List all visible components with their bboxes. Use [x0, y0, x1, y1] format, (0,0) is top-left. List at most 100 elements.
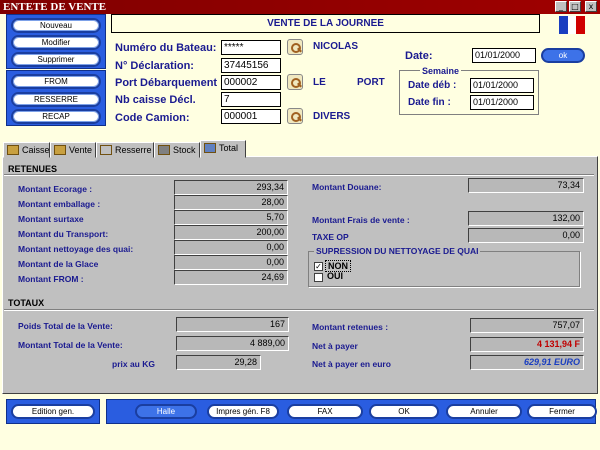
- douane-value: 73,34: [468, 178, 584, 193]
- surtaxe-value: 5,70: [174, 210, 288, 225]
- euro-label: Net à payer en euro: [312, 359, 391, 369]
- ecorage-label: Montant Ecorage :: [18, 184, 93, 194]
- resserre-button[interactable]: RESSERRE: [11, 92, 101, 107]
- retenues-total-value: 757,07: [470, 318, 584, 333]
- from-button[interactable]: FROM: [11, 74, 101, 89]
- bateau-input[interactable]: *****: [221, 40, 281, 55]
- retenues-divider: [4, 174, 594, 176]
- emballage-value: 28,00: [174, 195, 288, 210]
- halle-button[interactable]: Halle: [135, 404, 197, 419]
- port-name-2: PORT: [357, 77, 385, 88]
- glace-value: 0,00: [174, 255, 288, 270]
- tab-stock[interactable]: Stock: [154, 142, 200, 158]
- minimize-button[interactable]: _: [555, 1, 567, 12]
- date-fin-input[interactable]: 01/01/2000: [470, 95, 534, 110]
- poids-label: Poids Total de la Vente:: [18, 321, 113, 331]
- nettoyage-label: Montant nettoyage des quai:: [18, 244, 134, 254]
- from-value: 24,69: [174, 270, 288, 285]
- emballage-label: Montant emballage :: [18, 199, 101, 209]
- date-input[interactable]: 01/01/2000: [472, 48, 536, 63]
- recap-button[interactable]: RECAP: [11, 109, 101, 124]
- nettoyage-value: 0,00: [174, 240, 288, 255]
- tab-total[interactable]: Total: [200, 140, 246, 158]
- date-fin-label: Date fin :: [408, 97, 451, 108]
- ok-top-button[interactable]: ok: [541, 48, 585, 63]
- edition-gen-button[interactable]: Edition gen.: [11, 404, 95, 419]
- totaux-divider: [4, 309, 594, 311]
- fermer-button[interactable]: Fermer: [527, 404, 597, 419]
- frais-value: 132,00: [468, 211, 584, 226]
- caisse-label: Nb caisse Décl.: [115, 94, 196, 106]
- port-input[interactable]: 000002: [221, 75, 281, 90]
- caisse-tab-icon: [7, 145, 19, 155]
- camion-input[interactable]: 000001: [221, 109, 281, 124]
- retenues-total-label: Montant retenues :: [312, 322, 389, 332]
- semaine-label: Semaine: [420, 66, 462, 76]
- taxe-value: 0,00: [468, 228, 584, 243]
- title-bar: ENTETE DE VENTE: [0, 0, 600, 14]
- camion-name: DIVERS: [313, 111, 351, 122]
- declaration-input[interactable]: 37445156: [221, 58, 281, 73]
- tab-resserre[interactable]: Resserre: [96, 142, 154, 158]
- nouveau-button[interactable]: Nouveau: [11, 18, 101, 33]
- bateau-label: Numéro du Bateau:: [115, 42, 217, 54]
- date-deb-input[interactable]: 01/01/2000: [470, 78, 534, 93]
- search-bateau-icon[interactable]: [287, 39, 303, 55]
- prix-kg-label: prix au KG: [112, 359, 155, 369]
- net-value: 4 131,94 F: [470, 337, 584, 352]
- supprimer-button[interactable]: Supprimer: [11, 52, 101, 67]
- annuler-button[interactable]: Annuler: [446, 404, 522, 419]
- declaration-label: N° Déclaration:: [115, 60, 194, 72]
- prix-kg-value: 29,28: [176, 355, 261, 370]
- transport-label: Montant du Transport:: [18, 229, 109, 239]
- date-deb-label: Date déb :: [408, 80, 457, 91]
- port-label: Port Débarquement: [115, 77, 218, 89]
- ok-button[interactable]: OK: [369, 404, 439, 419]
- caisse-input[interactable]: 7: [221, 92, 281, 107]
- retenues-title: RETENUES: [8, 164, 58, 174]
- montant-total-value: 4 889,00: [176, 336, 289, 351]
- suppression-title: SUPRESSION DU NETTOYAGE DE QUAI: [314, 246, 481, 256]
- tab-vente-label: Vente: [69, 145, 93, 155]
- poids-value: 167: [176, 317, 289, 332]
- page-title: VENTE DE LA JOURNEE: [111, 14, 540, 33]
- bateau-name: NICOLAS: [313, 41, 358, 52]
- window-title: ENTETE DE VENTE: [3, 1, 107, 13]
- frais-label: Montant Frais de vente :: [312, 215, 410, 225]
- fax-button[interactable]: FAX: [287, 404, 363, 419]
- search-port-icon[interactable]: [287, 74, 303, 90]
- tab-vente[interactable]: Vente: [50, 142, 96, 158]
- oui-checkbox[interactable]: [314, 273, 323, 282]
- camion-label: Code Camion:: [115, 112, 190, 124]
- surtaxe-label: Montant surtaxe: [18, 214, 84, 224]
- port-name-1: LE: [313, 77, 326, 88]
- flag-icon: [559, 16, 585, 34]
- from-label: Montant FROM :: [18, 274, 84, 284]
- glace-label: Montant de la Glace: [18, 259, 99, 269]
- oui-label: OUI: [327, 271, 344, 281]
- douane-label: Montant Douane:: [312, 182, 382, 192]
- euro-value: 629,91 EURO: [470, 355, 584, 370]
- tab-resserre-label: Resserre: [115, 145, 152, 155]
- totaux-title: TOTAUX: [8, 298, 45, 308]
- taxe-label: TAXE OP: [312, 232, 349, 242]
- modifier-button[interactable]: Modifier: [11, 35, 101, 50]
- maximize-button[interactable]: □: [569, 1, 581, 12]
- stock-tab-icon: [158, 145, 170, 155]
- search-camion-icon[interactable]: [287, 108, 303, 124]
- close-button[interactable]: x: [585, 1, 597, 12]
- net-label: Net à payer: [312, 341, 358, 351]
- total-tab-icon: [204, 143, 216, 153]
- date-label: Date:: [405, 50, 433, 62]
- montant-total-label: Montant Total de la Vente:: [18, 340, 123, 350]
- ecorage-value: 293,34: [174, 180, 288, 195]
- tab-total-label: Total: [219, 143, 239, 153]
- vente-tab-icon: [54, 145, 66, 155]
- transport-value: 200,00: [174, 225, 288, 240]
- tab-stock-label: Stock: [173, 145, 196, 155]
- resserre-tab-icon: [100, 145, 112, 155]
- non-checkbox[interactable]: ✓: [314, 262, 323, 271]
- impres-button[interactable]: Impres gén. F8: [207, 404, 279, 419]
- tab-caisse-label: Caisse: [22, 145, 50, 155]
- tab-caisse[interactable]: Caisse: [3, 142, 50, 158]
